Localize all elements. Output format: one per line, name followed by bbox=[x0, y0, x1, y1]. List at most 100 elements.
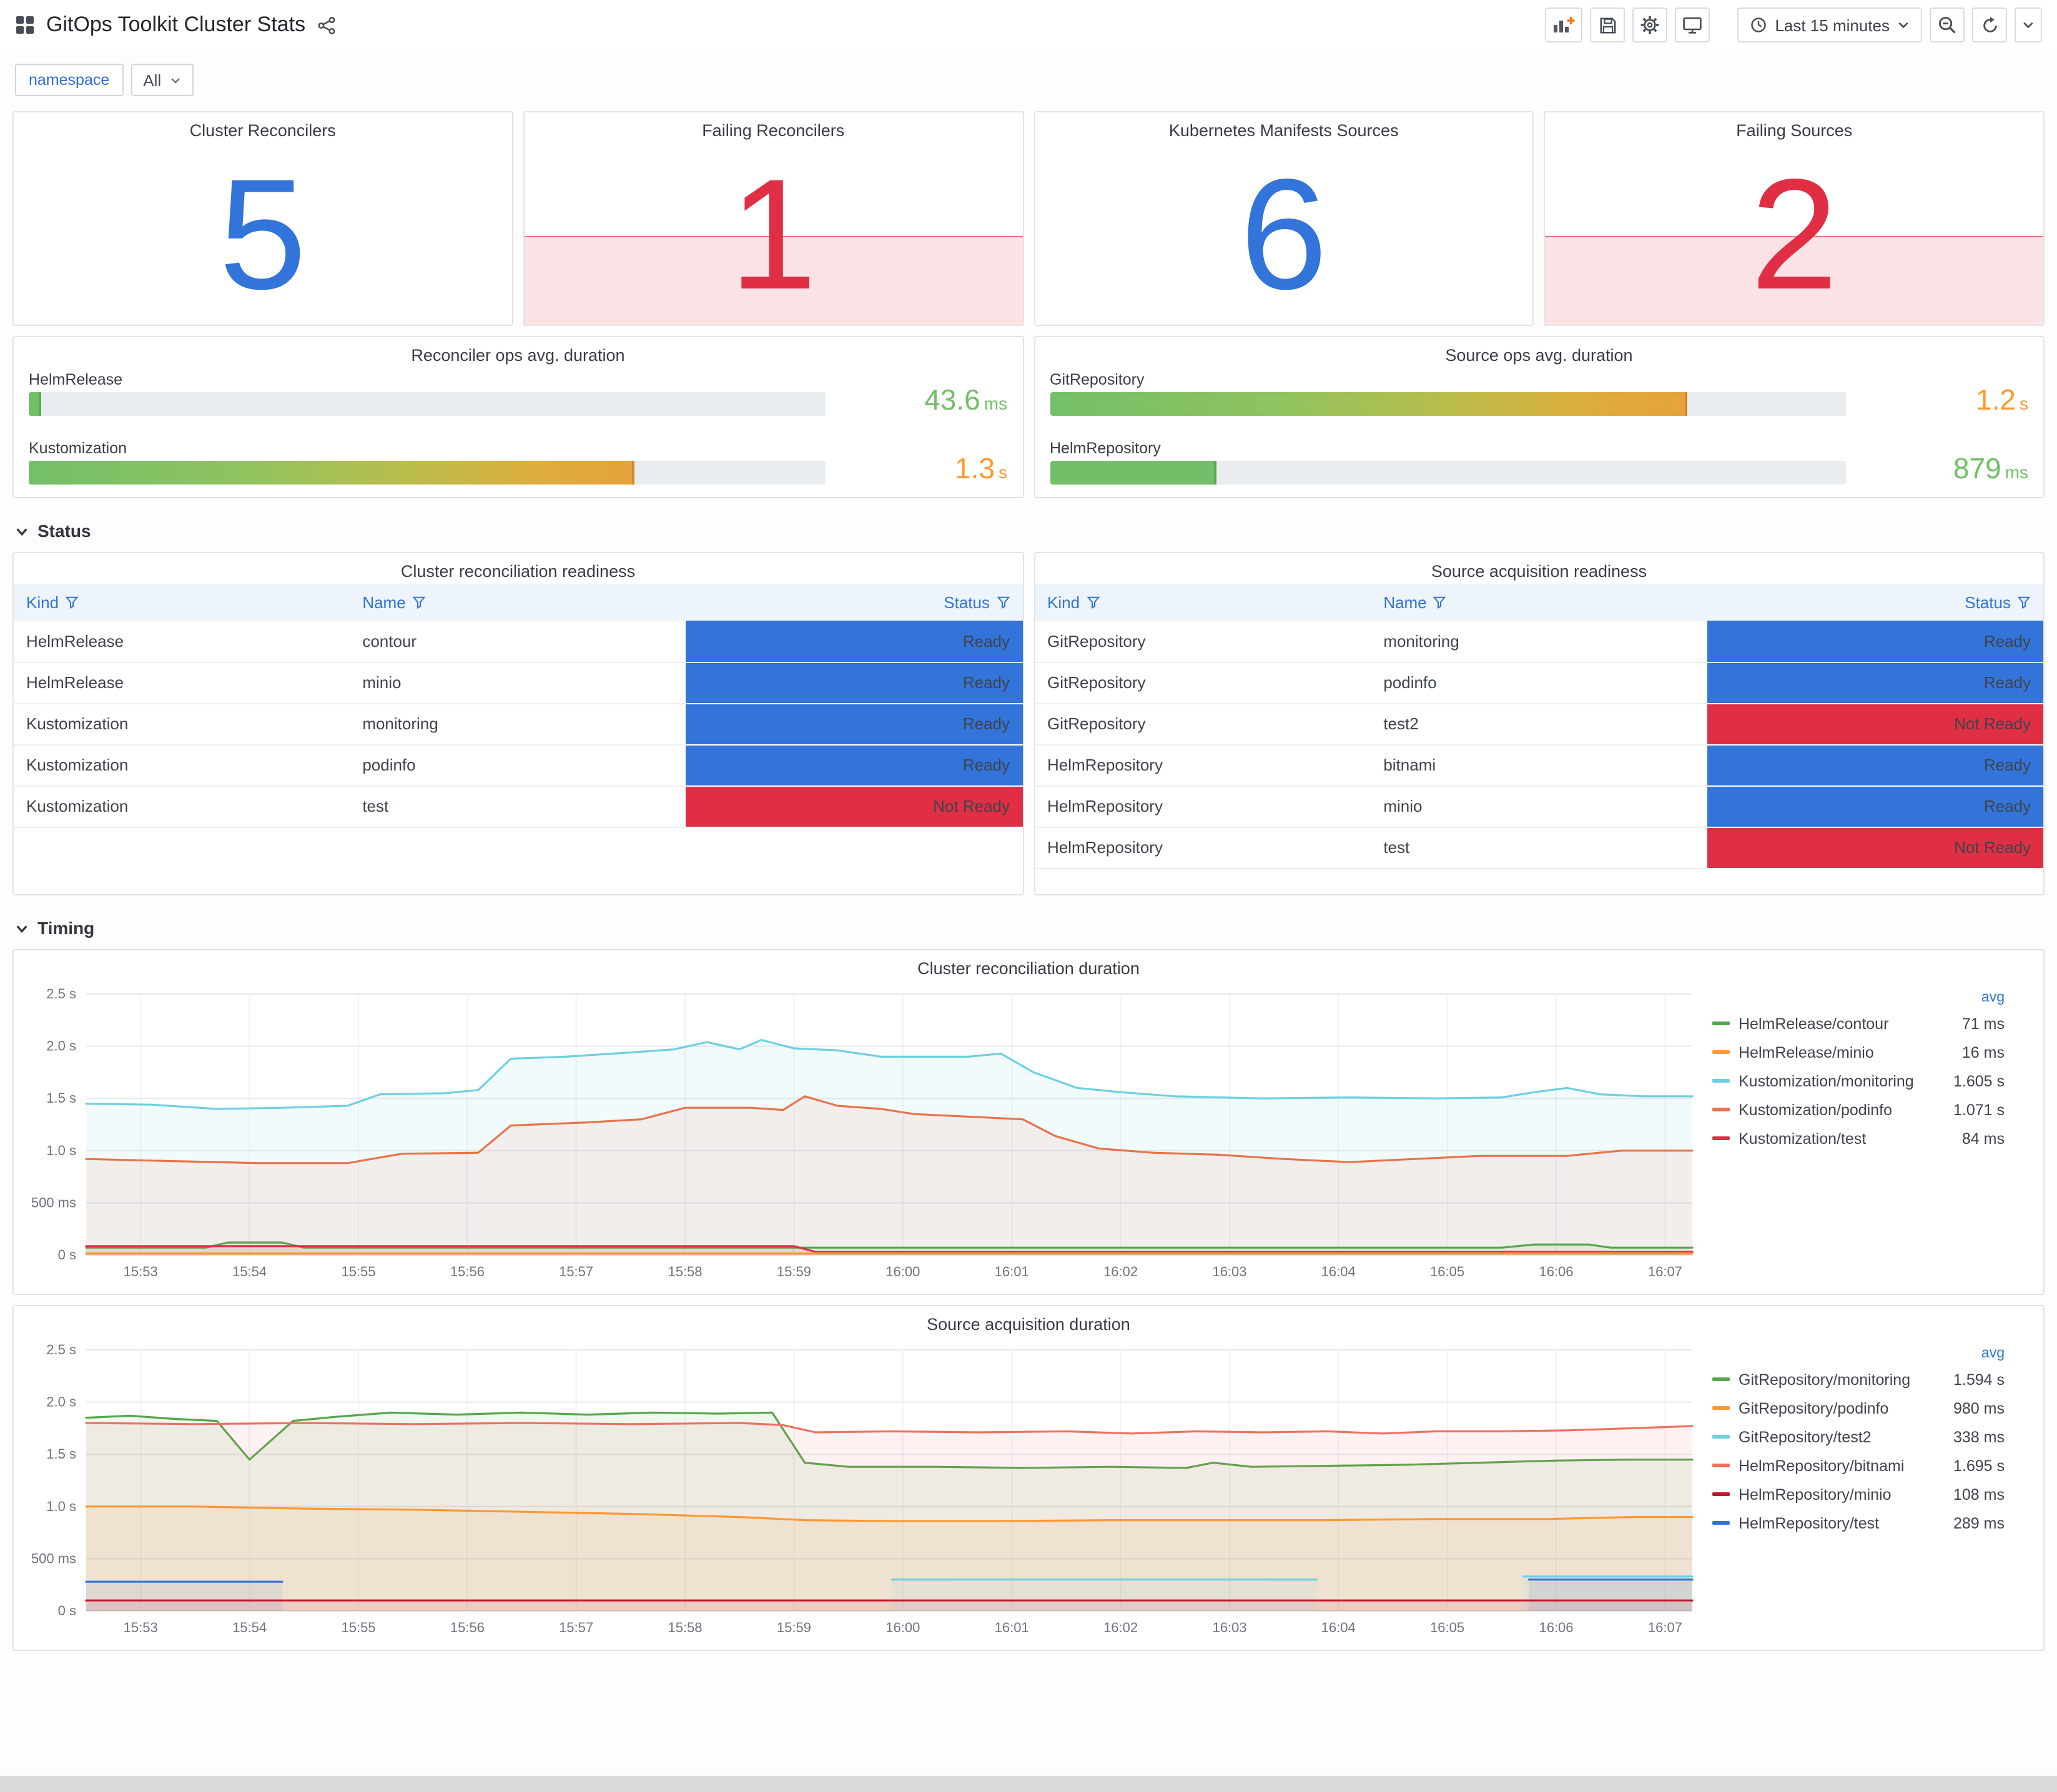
column-header-name[interactable]: Name bbox=[1371, 584, 1707, 621]
gauge-track bbox=[1050, 392, 1846, 416]
column-filter-icon[interactable] bbox=[1086, 596, 1100, 609]
legend-item[interactable]: HelmRelease/minio 16 ms bbox=[1712, 1038, 2005, 1066]
time-range-picker[interactable]: Last 15 minutes bbox=[1737, 7, 1922, 42]
panel-title[interactable]: Cluster reconciliation readiness bbox=[14, 553, 1022, 584]
gauge-kustomization: Kustomization 1.3 s bbox=[29, 440, 1007, 485]
legend-item[interactable]: Kustomization/podinfo 1.071 s bbox=[1712, 1095, 2005, 1124]
dashboard-title: GitOps Toolkit Cluster Stats bbox=[46, 12, 306, 36]
chevron-down-icon bbox=[171, 77, 180, 83]
series-name: Kustomization/test bbox=[1739, 1130, 1867, 1147]
column-filter-icon[interactable] bbox=[2017, 596, 2031, 609]
dashboard-grid-icon[interactable] bbox=[15, 15, 35, 35]
cell-name: bitnami bbox=[1371, 744, 1707, 786]
series-name: HelmRepository/minio bbox=[1739, 1485, 1892, 1503]
gauge-bar bbox=[1050, 461, 1217, 485]
table-header-row: Kind Name Status bbox=[1035, 584, 2043, 621]
svg-text:16:00: 16:00 bbox=[885, 1620, 920, 1635]
time-series-plot[interactable]: 0 s 500 ms 1.0 s 1.5 s 2.0 s 2.5 s 15:53 15:54 1… bbox=[16, 1337, 1710, 1641]
gear-icon bbox=[1641, 16, 1659, 34]
share-icon[interactable] bbox=[317, 16, 335, 34]
panel-title[interactable]: Cluster Reconcilers bbox=[14, 112, 512, 144]
table-row: HelmRepository minio Ready bbox=[1035, 785, 2043, 827]
bottom-scroll-strip[interactable] bbox=[0, 1776, 2057, 1792]
namespace-filter-label[interactable]: namespace bbox=[15, 64, 124, 96]
column-filter-icon[interactable] bbox=[65, 596, 79, 609]
panel-title[interactable]: Kubernetes Manifests Sources bbox=[1035, 112, 1533, 144]
gauge-panel-reconciler-ops-avg-duration: Reconciler ops avg. duration HelmRelease 4… bbox=[12, 336, 1024, 498]
legend-item[interactable]: GitRepository/test2 338 ms bbox=[1712, 1422, 2005, 1451]
cell-kind: HelmRelease bbox=[14, 662, 350, 704]
clock-icon bbox=[1750, 16, 1767, 34]
svg-text:2.5 s: 2.5 s bbox=[46, 1342, 76, 1357]
svg-text:15:55: 15:55 bbox=[341, 1620, 375, 1635]
table-row: GitRepository podinfo Ready bbox=[1035, 662, 2043, 704]
series-color-swatch bbox=[1712, 1136, 1730, 1140]
panel-title[interactable]: Source ops avg. duration bbox=[1035, 337, 2043, 368]
panel-title[interactable]: Source acquisition readiness bbox=[1035, 553, 2043, 584]
svg-text:1.5 s: 1.5 s bbox=[46, 1446, 76, 1462]
series-color-swatch bbox=[1712, 1050, 1730, 1054]
namespace-filter-value[interactable]: All bbox=[131, 64, 194, 96]
legend-item[interactable]: GitRepository/monitoring 1.594 s bbox=[1712, 1365, 2005, 1394]
legend-item[interactable]: HelmRepository/bitnami 1.695 s bbox=[1712, 1451, 2005, 1480]
legend-item[interactable]: GitRepository/podinfo 980 ms bbox=[1712, 1394, 2005, 1422]
cell-name: podinfo bbox=[1371, 662, 1707, 704]
legend-avg-header[interactable]: avg bbox=[1940, 990, 2005, 1005]
panel-title[interactable]: Reconciler ops avg. duration bbox=[14, 337, 1022, 368]
timing-section-toggle[interactable]: Timing bbox=[0, 905, 2057, 949]
gauge-panel-source-ops-avg-duration: Source ops avg. duration GitRepository 1.2… bbox=[1033, 336, 2045, 498]
gauge-bar bbox=[29, 461, 634, 485]
svg-text:500 ms: 500 ms bbox=[31, 1194, 76, 1210]
gauge-label: Kustomization bbox=[29, 440, 127, 457]
legend-item[interactable]: HelmRepository/minio 108 ms bbox=[1712, 1480, 2005, 1509]
legend-header: avg bbox=[1712, 1342, 2005, 1365]
cell-status: Ready bbox=[686, 621, 1022, 662]
series-name: Kustomization/podinfo bbox=[1739, 1101, 1892, 1118]
column-header-status[interactable]: Status bbox=[686, 584, 1022, 621]
legend-header: avg bbox=[1712, 987, 2005, 1009]
cycle-view-button[interactable] bbox=[1675, 7, 1710, 42]
panel-title[interactable]: Failing Sources bbox=[1546, 112, 2044, 144]
column-filter-icon[interactable] bbox=[1433, 596, 1447, 609]
table-row: HelmRepository bitnami Ready bbox=[1035, 744, 2043, 786]
add-panel-button[interactable] bbox=[1545, 7, 1583, 42]
column-header-status[interactable]: Status bbox=[1707, 584, 2043, 621]
refresh-interval-dropdown[interactable] bbox=[2015, 7, 2042, 42]
refresh-button[interactable] bbox=[1972, 7, 2007, 42]
cell-status: Not Ready bbox=[1707, 703, 2043, 745]
save-dashboard-button[interactable] bbox=[1590, 7, 1625, 42]
cell-status: Not Ready bbox=[1707, 827, 2043, 869]
column-header-name[interactable]: Name bbox=[350, 584, 686, 621]
series-avg-value: 1.594 s bbox=[1953, 1371, 2005, 1388]
series-avg-value: 16 ms bbox=[1961, 1043, 2005, 1061]
column-header-kind[interactable]: Kind bbox=[1035, 584, 1371, 621]
svg-text:15:58: 15:58 bbox=[668, 1264, 702, 1279]
svg-text:16:06: 16:06 bbox=[1539, 1620, 1573, 1635]
panel-title[interactable]: Source acquisition duration bbox=[14, 1306, 2043, 1337]
gauge-track bbox=[29, 392, 825, 416]
column-filter-icon[interactable] bbox=[996, 596, 1010, 609]
dashboard-settings-button[interactable] bbox=[1632, 7, 1668, 42]
table-row: HelmRepository test Not Ready bbox=[1035, 827, 2043, 869]
legend-avg-header[interactable]: avg bbox=[1940, 1346, 2005, 1361]
gauge-gitrepository: GitRepository 1.2 s bbox=[1050, 371, 2028, 416]
cell-status: Not Ready bbox=[686, 785, 1022, 827]
panel-title[interactable]: Failing Reconcilers bbox=[525, 112, 1023, 144]
svg-text:15:53: 15:53 bbox=[124, 1264, 158, 1279]
legend-item[interactable]: Kustomization/test 84 ms bbox=[1712, 1124, 2005, 1153]
zoom-out-button[interactable] bbox=[1930, 7, 1965, 42]
panel-cluster-reconciliation-duration: Cluster reconciliation duration 0 s 500 ms… bbox=[12, 949, 2045, 1295]
stat-value: 6 bbox=[1240, 145, 1328, 322]
legend-item[interactable]: Kustomization/monitoring 1.605 s bbox=[1712, 1066, 2005, 1095]
chart-row-0: Cluster reconciliation duration 0 s 500 ms… bbox=[0, 949, 2057, 1295]
svg-text:15:54: 15:54 bbox=[232, 1620, 267, 1635]
legend-item[interactable]: HelmRelease/contour 71 ms bbox=[1712, 1009, 2005, 1038]
status-section-toggle[interactable]: Status bbox=[0, 508, 2057, 552]
gauge-label: HelmRepository bbox=[1050, 440, 1161, 457]
legend-item[interactable]: HelmRepository/test 289 ms bbox=[1712, 1509, 2005, 1537]
time-series-plot[interactable]: 0 s 500 ms 1.0 s 1.5 s 2.0 s 2.5 s 15:53 15:54 1… bbox=[16, 982, 1710, 1285]
svg-text:15:58: 15:58 bbox=[668, 1620, 702, 1635]
panel-title[interactable]: Cluster reconciliation duration bbox=[14, 950, 2043, 982]
column-header-kind[interactable]: Kind bbox=[14, 584, 350, 621]
column-filter-icon[interactable] bbox=[412, 596, 426, 609]
